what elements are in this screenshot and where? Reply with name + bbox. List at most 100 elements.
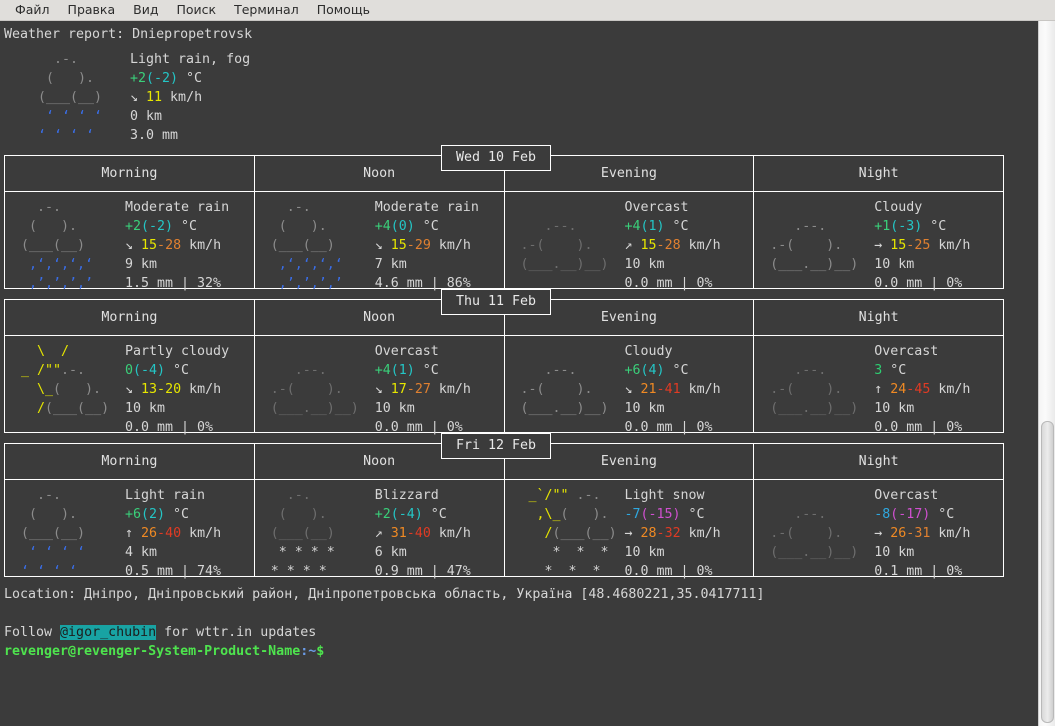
wind-direction-icon: ↘ — [374, 238, 383, 253]
table-row: .-. ( ). (___(__) ‘ ‘ ‘ ‘ ‘ ‘ ‘ ‘ Light … — [4, 479, 1004, 579]
wind-direction-icon: ↑ — [125, 526, 134, 541]
wind-dash: - — [157, 526, 166, 541]
menu-item-help[interactable]: Помощь — [308, 0, 379, 20]
scrollbar-thumb[interactable] — [1041, 421, 1054, 723]
temp-feels: (-17) — [890, 507, 931, 522]
shell-prompt[interactable]: revenger@revenger-System-Product-Name:~$ — [4, 642, 1038, 661]
table-row: .-. ( ). (___(__) ‚‘‚‘‚‘‚‘ ‚’‚’‚’‚’ Mode… — [4, 191, 1004, 291]
date-tab-1: Thu 11 Feb — [441, 289, 552, 315]
wind-high: 40 — [165, 526, 182, 541]
forecast-info: Partly cloudy 0(-4) °C ↘ 13-20 km/h 10 k… — [125, 342, 230, 435]
terminal-window[interactable]: Weather report: Dniepropetrovsk .-. ( ).… — [0, 21, 1055, 726]
wind-low: 17 — [390, 382, 407, 397]
wind-high: 25 — [914, 238, 931, 253]
wind-high: 32 — [664, 526, 681, 541]
wind-low: 26 — [141, 526, 158, 541]
temp: +2 — [125, 219, 142, 234]
forecast-day-0: Wed 10 Feb Morning Noon Evening Night .-… — [0, 145, 1038, 291]
overcast-icon: .--. .-( ). (___.__)__) — [770, 507, 859, 560]
forecast-cell-1-3: .--. .-( ). (___.__)__) Overcast 3 °C ↑ … — [753, 335, 1004, 435]
precipitation: 1.5 mm | 32% — [125, 276, 222, 291]
wind-dash: - — [656, 526, 665, 541]
forecast-cell-1-0: \ / _ /"".-. \_( ). /(___(__) Partly clo… — [4, 335, 255, 435]
precipitation: 0.0 mm | 0% — [624, 564, 713, 579]
visibility: 10 km — [624, 545, 665, 560]
condition-text: Blizzard — [374, 488, 439, 503]
visibility: 4 km — [125, 545, 158, 560]
wind-dash: - — [656, 238, 665, 253]
wind-high: 28 — [165, 238, 182, 253]
temp-feels: (4) — [640, 363, 665, 378]
temp-unit: °C — [664, 219, 689, 234]
current-condition: Light rain, fog — [130, 52, 251, 67]
current-precipitation: 3.0 mm — [130, 128, 179, 143]
wind-direction-icon: ↘ — [374, 382, 383, 397]
wind-direction-icon: ↘ — [125, 238, 134, 253]
forecast-cell-2-3: .--. .-( ). (___.__)__) Overcast -8(-17)… — [753, 479, 1004, 579]
forecast-day-1: Thu 11 Feb Morning Noon Evening Night \ … — [0, 289, 1038, 435]
wind-low: 24 — [890, 382, 907, 397]
date-tab-2: Fri 12 Feb — [441, 433, 552, 459]
visibility: 6 km — [374, 545, 407, 560]
wind-dash: - — [406, 382, 415, 397]
temp-feels: (0) — [390, 219, 415, 234]
scrollbar[interactable] — [1038, 21, 1055, 726]
forecast-cell-1-1: .--. .-( ). (___.__)__) Overcast +4(1) °… — [253, 335, 505, 435]
forecast-cell-2-2: _`/"" .-. ,\_( ). /(___(__) * * * * * * … — [503, 479, 755, 579]
forecast-info: Overcast -8(-17) °C → 26-31 km/h 10 km 0… — [874, 486, 971, 579]
forecast-cell-2-1: .-. ( ). (___(__) * * * * * * * * Blizza… — [253, 479, 505, 579]
condition-text: Light snow — [624, 488, 705, 503]
col-header-morning: Morning — [4, 155, 255, 192]
wind-high: 41 — [664, 382, 681, 397]
wind-unit: km/h — [680, 526, 721, 541]
menu-item-edit[interactable]: Правка — [59, 0, 125, 20]
wind-unit: km/h — [430, 238, 471, 253]
temp-unit: °C — [664, 363, 689, 378]
forecast-cell-0-1: .-. ( ). (___(__) ‚‘‚‘‚‘‚‘ ‚’‚’‚’‚’ Mode… — [253, 191, 505, 291]
temp-feels: (-15) — [640, 507, 681, 522]
forecast-cell-0-0: .-. ( ). (___(__) ‚‘‚‘‚‘‚‘ ‚’‚’‚’‚’ Mode… — [4, 191, 255, 291]
temp: +2 — [374, 507, 391, 522]
forecast-day-2: Fri 12 Feb Morning Noon Evening Night .-… — [0, 433, 1038, 579]
wind-low: 28 — [640, 526, 657, 541]
forecast-table-0: Morning Noon Evening Night .-. ( ). (___… — [4, 155, 1004, 291]
condition-text: Cloudy — [624, 344, 673, 359]
wind-direction-icon: ↗ — [374, 526, 383, 541]
cloudy-icon: .--. .-( ). (___.__)__) — [770, 219, 859, 272]
wind-unit: km/h — [181, 526, 222, 541]
temp-unit: °C — [165, 363, 190, 378]
forecast-info: Moderate rain +2(-2) °C ↘ 15-28 km/h 9 k… — [125, 198, 229, 291]
follow-suffix: for wttr.in updates — [156, 625, 317, 640]
current-temp-feels: (-2) — [146, 71, 179, 86]
temp: +6 — [125, 507, 142, 522]
wind-dash: - — [157, 382, 166, 397]
temp: -8 — [874, 507, 891, 522]
forecast-cell-1-2: .--. .-( ). (___.__)__) Cloudy +6(4) °C … — [503, 335, 755, 435]
temp-unit: °C — [882, 363, 907, 378]
twitter-handle-link[interactable]: @igor_chubin — [60, 625, 157, 640]
precipitation: 0.9 mm | 47% — [374, 564, 471, 579]
condition-text: Overcast — [624, 200, 689, 215]
light-rain-icon: .-. ( ). (___(__) ‘ ‘ ‘ ‘ ‘ ‘ ‘ ‘ — [21, 488, 86, 579]
wind-unit: km/h — [930, 238, 971, 253]
wind-low: 15 — [890, 238, 907, 253]
condition-text: Partly cloudy — [125, 344, 230, 359]
current-wind-speed: 11 — [146, 90, 163, 105]
col-header-morning: Morning — [4, 443, 255, 480]
wind-dash: - — [406, 526, 415, 541]
forecast-info: Overcast 3 °C ↑ 24-45 km/h 10 km 0.0 mm … — [874, 342, 970, 435]
wind-unit: km/h — [930, 526, 971, 541]
current-temp: +2 — [130, 71, 147, 86]
visibility: 7 km — [374, 257, 407, 272]
temp-unit: °C — [922, 219, 947, 234]
menu-item-view[interactable]: Вид — [124, 0, 167, 20]
menu-item-terminal[interactable]: Терминал — [225, 0, 308, 20]
forecast-table-2: Morning Noon Evening Night .-. ( ). (___… — [4, 443, 1004, 579]
wind-high: 20 — [165, 382, 182, 397]
temp-feels: (-3) — [890, 219, 923, 234]
menu-item-file[interactable]: Файл — [6, 0, 59, 20]
menu-item-search[interactable]: Поиск — [167, 0, 225, 20]
wind-unit: km/h — [680, 382, 721, 397]
cloudy-icon: .--. .-( ). (___.__)__) — [520, 363, 609, 416]
